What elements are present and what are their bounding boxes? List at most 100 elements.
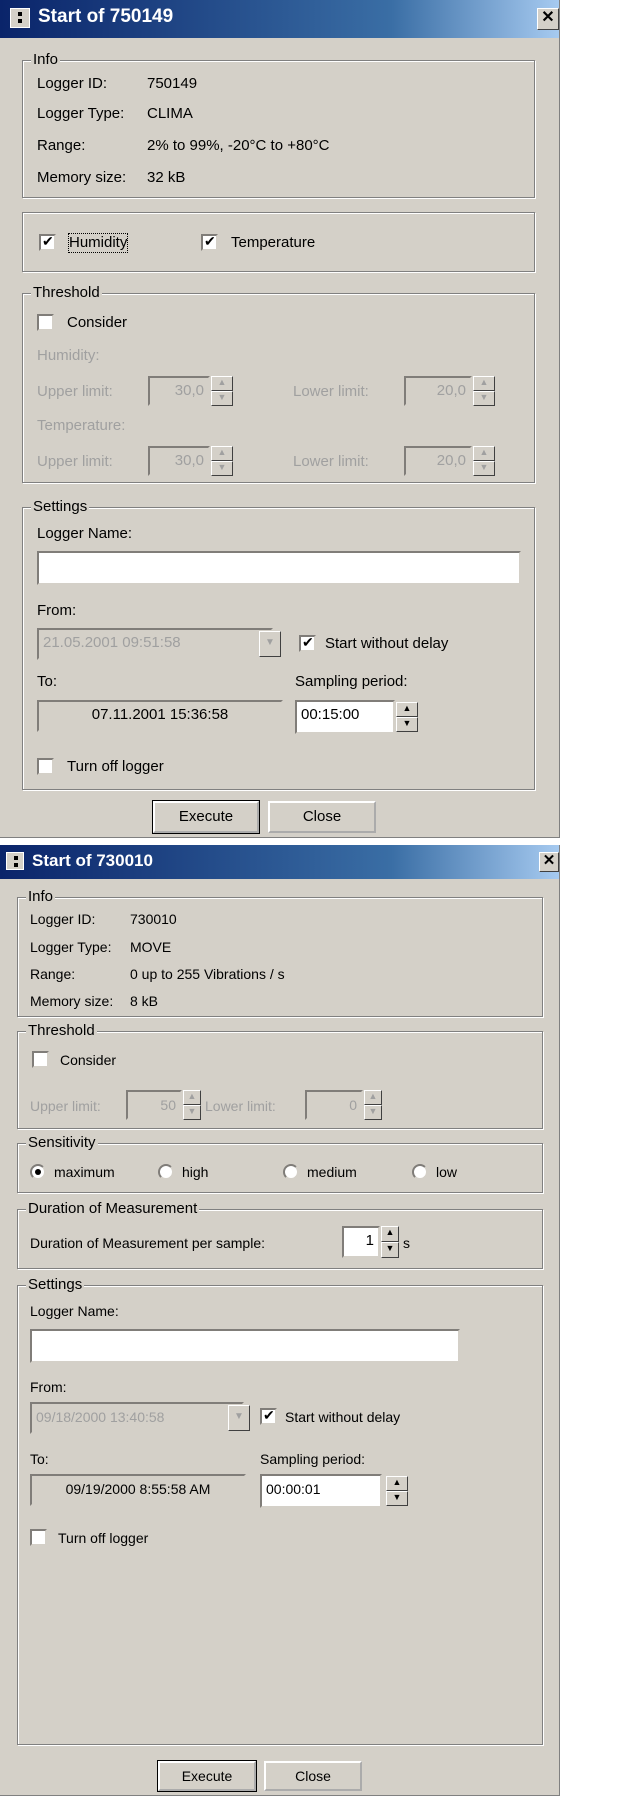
temperature-lower-input[interactable]: 20,0 [404,446,472,476]
spin-up-icon[interactable]: ▲ [211,446,233,461]
sensitivity-medium-radio[interactable] [283,1164,299,1180]
sampling-period-spinner[interactable]: ▲ ▼ [396,702,418,732]
spin-down-icon[interactable]: ▼ [183,1105,201,1120]
dialog-title: Start of 750149 [38,6,174,27]
start-without-delay-checkbox[interactable] [299,634,316,652]
consider-label[interactable]: Consider [60,1051,116,1069]
upper-limit-label: Upper limit: [37,383,113,400]
sensitivity-low-label[interactable]: low [436,1163,457,1181]
temperature-upper-spinner[interactable]: ▲ ▼ [211,446,233,476]
start-dialog-730010: Start of 730010 ✕ Info Logger ID: 730010… [0,845,560,1796]
spin-down-icon[interactable]: ▼ [364,1105,382,1120]
turn-off-logger-label[interactable]: Turn off logger [67,758,164,776]
sensitivity-maximum-label[interactable]: maximum [54,1163,115,1181]
sensitivity-high-label[interactable]: high [182,1163,208,1181]
logger-type-value: CLIMA [147,105,193,122]
sampling-period-input[interactable]: 00:00:01 [260,1474,382,1508]
from-date-combo[interactable]: 09/18/2000 13:40:58 [30,1402,244,1434]
logger-name-label: Logger Name: [30,1303,119,1319]
turn-off-logger-checkbox[interactable] [30,1529,47,1546]
humidity-lower-spinner[interactable]: ▲ ▼ [473,376,495,406]
logger-name-input[interactable] [30,1329,460,1363]
execute-button[interactable]: Execute [157,1760,257,1792]
spin-up-icon[interactable]: ▲ [211,376,233,391]
spin-down-icon[interactable]: ▼ [211,461,233,476]
sampling-period-spinner[interactable]: ▲ ▼ [386,1476,408,1506]
consider-checkbox[interactable] [37,314,54,331]
spin-up-icon[interactable]: ▲ [381,1226,399,1242]
spin-down-icon[interactable]: ▼ [211,391,233,406]
consider-checkbox[interactable] [32,1051,49,1068]
humidity-label[interactable]: Humidity [67,233,129,253]
duration-spinner[interactable]: ▲ ▼ [381,1226,399,1258]
humidity-lower-input[interactable]: 20,0 [404,376,472,406]
sensitivity-maximum-radio[interactable] [30,1164,46,1180]
threshold-legend: Threshold [31,284,102,302]
title-bar: Start of 730010 ✕ [0,845,559,879]
consider-label[interactable]: Consider [67,314,127,332]
upper-limit-spinner[interactable]: ▲ ▼ [183,1090,201,1120]
humidity-upper-input[interactable]: 30,0 [148,376,210,406]
start-without-delay-label[interactable]: Start without delay [285,1408,400,1426]
range-value: 2% to 99%, -20°C to +80°C [147,137,330,154]
lower-limit-input[interactable]: 0 [305,1090,363,1120]
temperature-lower-spinner[interactable]: ▲ ▼ [473,446,495,476]
duration-input[interactable]: 1 [342,1226,380,1258]
turn-off-logger-checkbox[interactable] [37,758,54,775]
humidity-threshold-label: Humidity: [37,347,100,364]
range-label: Range: [37,137,86,154]
logger-type-label: Logger Type: [30,939,112,955]
from-date-combo[interactable]: 21.05.2001 09:51:58 [37,628,273,660]
memory-value: 8 kB [130,993,159,1009]
spin-down-icon[interactable]: ▼ [473,461,495,476]
temperature-upper-input[interactable]: 30,0 [148,446,210,476]
close-button[interactable]: Close [268,801,376,833]
logger-app-icon[interactable] [6,852,24,870]
info-legend: Info [26,888,56,906]
spin-down-icon[interactable]: ▼ [381,1242,399,1258]
to-label: To: [30,1451,49,1467]
lower-limit-spinner[interactable]: ▲ ▼ [364,1090,382,1120]
spin-up-icon[interactable]: ▲ [473,376,495,391]
spin-down-icon[interactable]: ▼ [473,391,495,406]
info-legend: Info [31,51,61,69]
spin-down-icon[interactable]: ▼ [396,717,418,732]
execute-button[interactable]: Execute [152,800,260,834]
humidity-checkbox[interactable] [39,233,56,251]
start-without-delay-checkbox[interactable] [260,1407,277,1425]
threshold-group: Threshold Consider Upper limit: 50 ▲ ▼ Lo… [17,1022,543,1129]
spin-up-icon[interactable]: ▲ [473,446,495,461]
start-without-delay-label[interactable]: Start without delay [325,635,448,653]
sensitivity-high-radio[interactable] [158,1164,174,1180]
to-date-display: 09/19/2000 8:55:58 AM [30,1474,246,1506]
duration-per-sample-label: Duration of Measurement per sample: [30,1235,265,1251]
sampling-period-input[interactable]: 00:15:00 [295,700,395,734]
spin-down-icon[interactable]: ▼ [386,1491,408,1506]
memory-label: Memory size: [37,169,127,186]
chevron-down-icon[interactable]: ▼ [259,631,281,657]
spin-up-icon[interactable]: ▲ [386,1476,408,1491]
logger-name-input[interactable] [37,551,521,585]
logger-app-icon[interactable] [10,8,30,28]
turn-off-logger-label[interactable]: Turn off logger [58,1529,148,1547]
threshold-legend: Threshold [26,1022,97,1040]
duration-group: Duration of Measurement Duration of Meas… [17,1200,543,1269]
sensitivity-medium-label[interactable]: medium [307,1163,357,1181]
sensitivity-low-radio[interactable] [412,1164,428,1180]
upper-limit-input[interactable]: 50 [126,1090,182,1120]
duration-legend: Duration of Measurement [26,1200,200,1218]
temperature-label[interactable]: Temperature [231,234,315,252]
spin-up-icon[interactable]: ▲ [396,702,418,717]
chevron-down-icon[interactable]: ▼ [228,1405,250,1431]
info-group: Info Logger ID: 730010 Logger Type: MOVE… [17,888,543,1017]
close-icon[interactable]: ✕ [537,8,559,30]
temperature-checkbox[interactable] [201,233,218,251]
close-button[interactable]: Close [264,1761,362,1791]
spin-up-icon[interactable]: ▲ [183,1090,201,1105]
spin-up-icon[interactable]: ▲ [364,1090,382,1105]
settings-group: Settings Logger Name: From: 21.05.2001 0… [22,498,535,790]
close-icon[interactable]: ✕ [539,852,559,872]
logger-type-value: MOVE [130,939,172,955]
humidity-upper-spinner[interactable]: ▲ ▼ [211,376,233,406]
logger-id-value: 730010 [130,911,177,927]
